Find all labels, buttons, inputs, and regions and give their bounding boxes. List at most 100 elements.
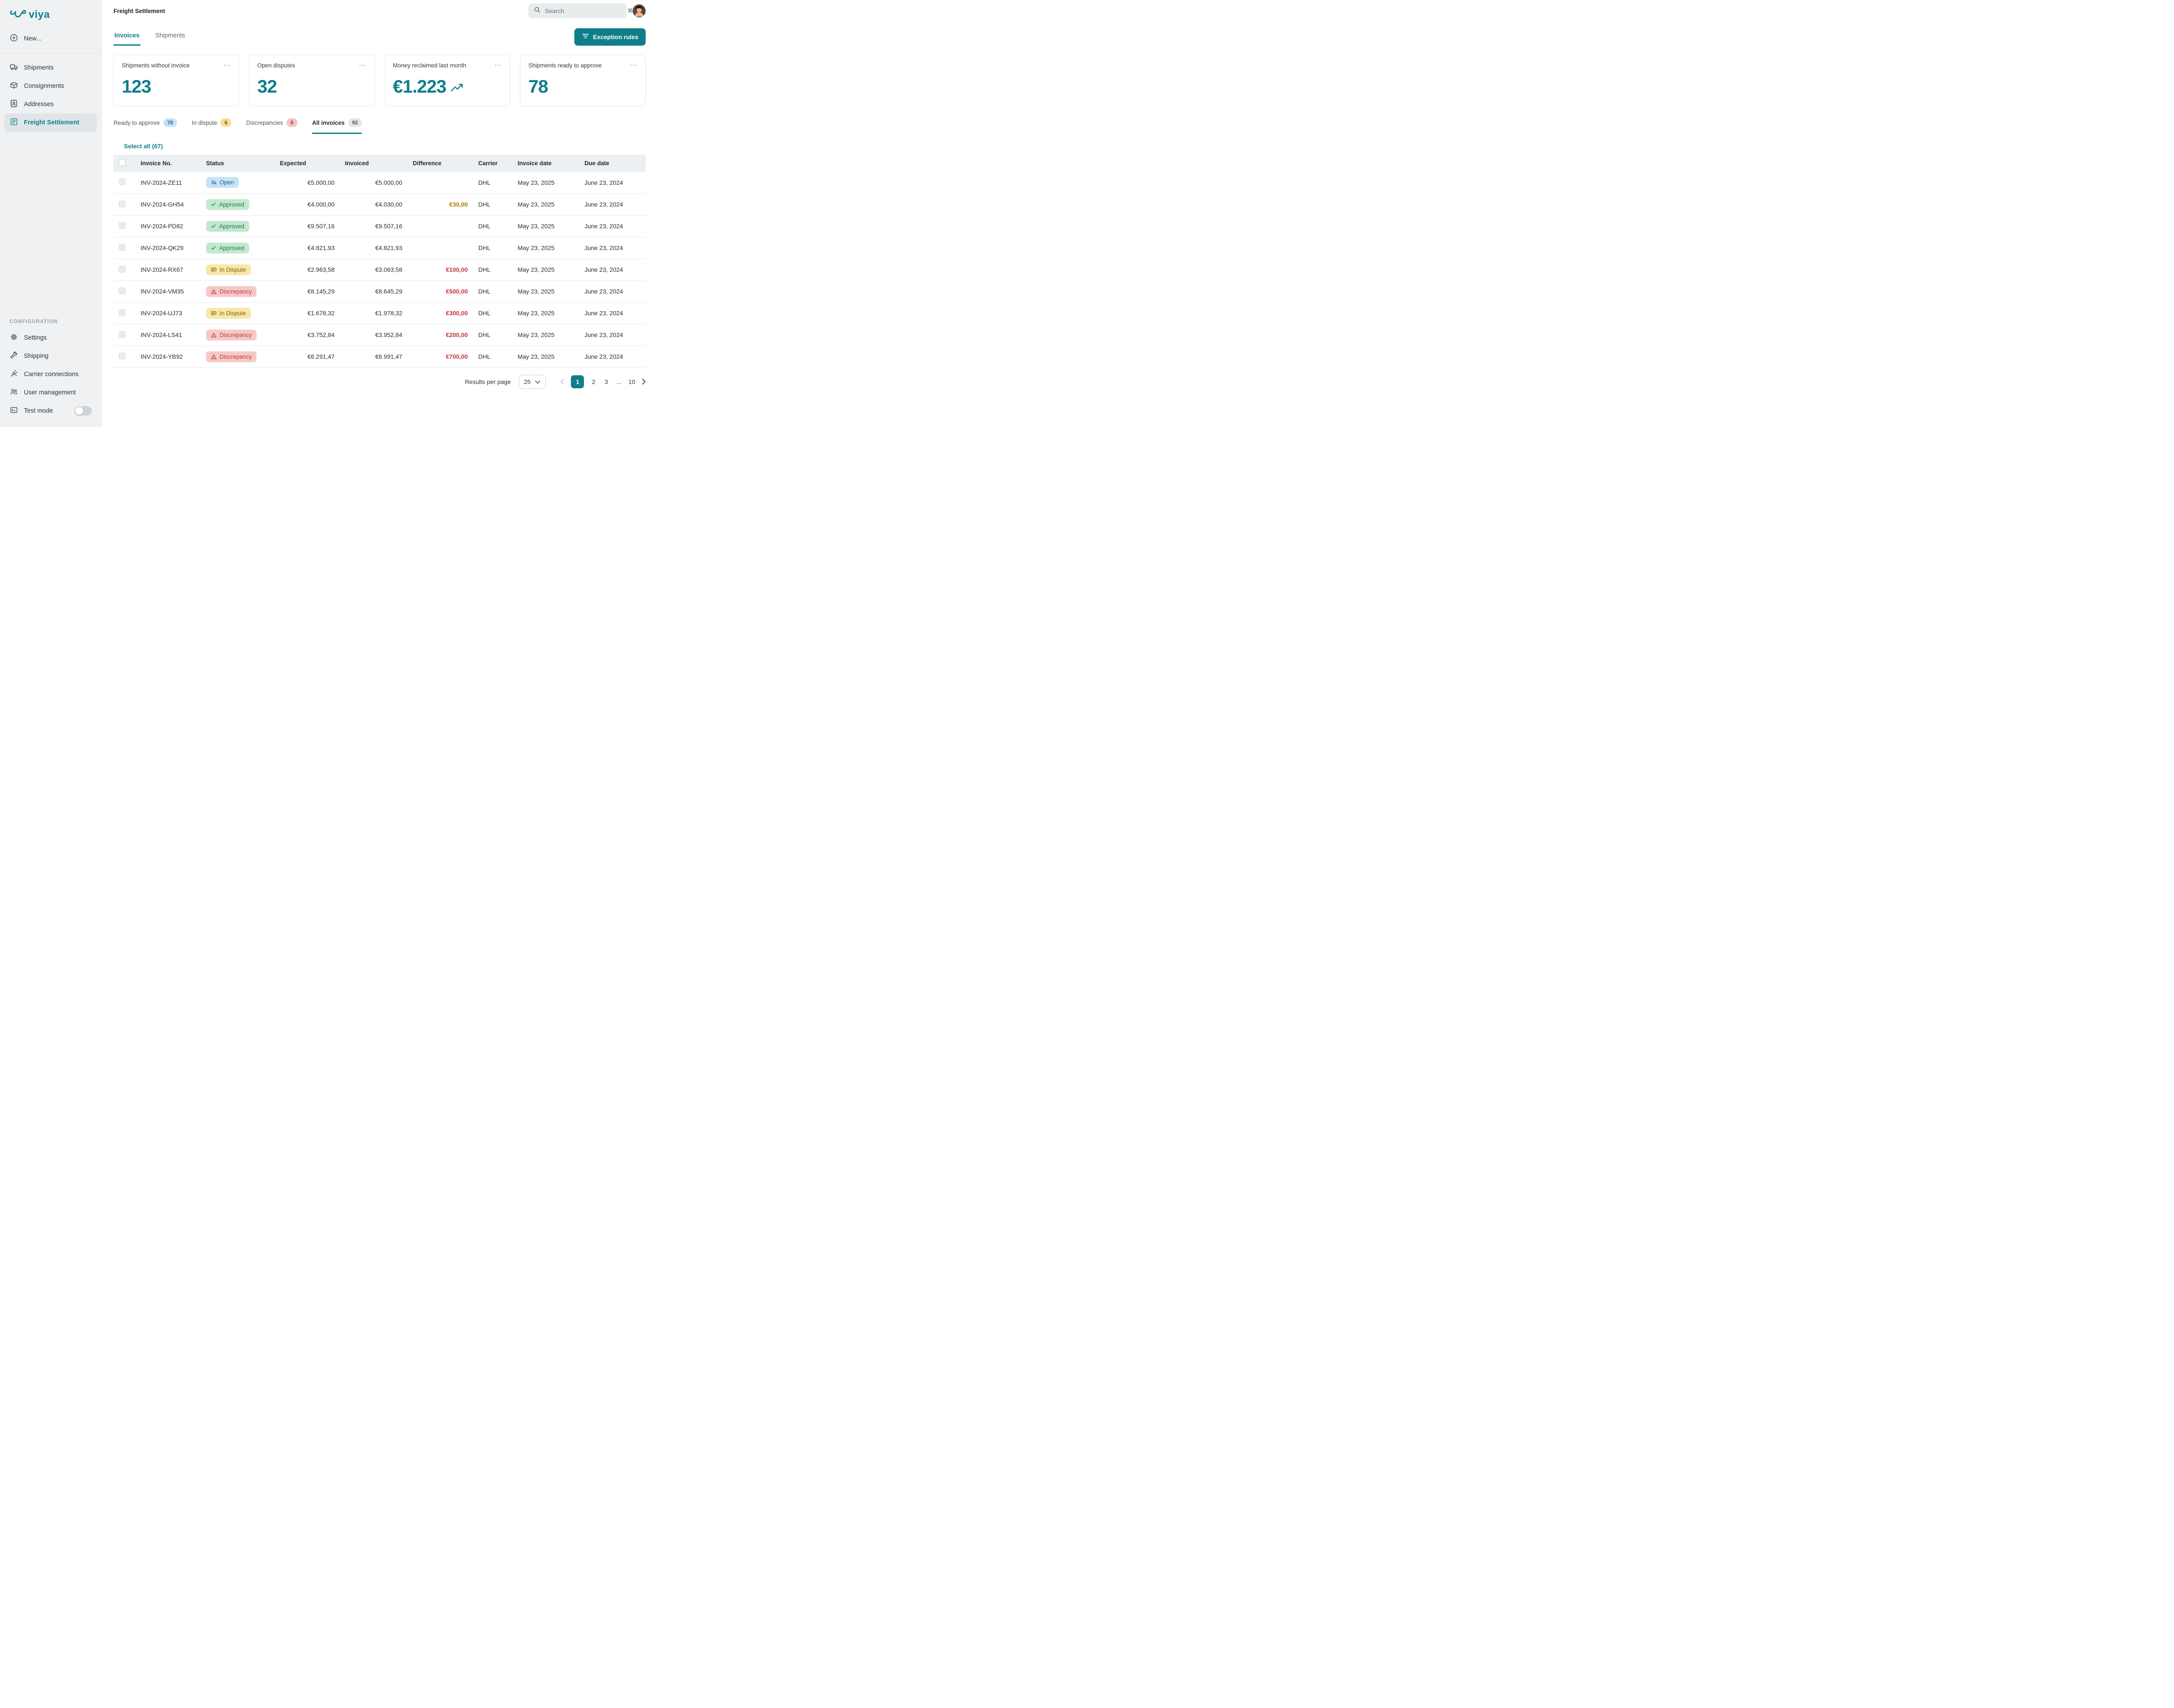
- page-3[interactable]: 3: [603, 378, 609, 385]
- table-row[interactable]: INV-2024-ZE11 Open €5.000,00 €5.000,00 D…: [113, 172, 646, 193]
- row-checkbox[interactable]: [119, 266, 126, 273]
- sidebar-item-carrier-connections[interactable]: Carrier connections: [0, 365, 101, 384]
- sidebar-item-addresses[interactable]: Addresses: [0, 95, 101, 113]
- status-badge-open: Open: [206, 177, 239, 188]
- column-header-status[interactable]: Status: [201, 155, 275, 172]
- status-badge-approved: Approved: [206, 199, 249, 210]
- tab-shipments[interactable]: Shipments: [154, 28, 186, 46]
- table-row[interactable]: INV-2024-RX67 In Dispute €2.963,58 €3.06…: [113, 259, 646, 280]
- sidebar-item-test-mode[interactable]: Test mode: [0, 402, 101, 420]
- invoice-icon: [10, 117, 18, 128]
- kebab-menu-icon[interactable]: ⋯: [359, 62, 367, 69]
- stat-value: €1.223: [393, 76, 502, 97]
- users-icon: [10, 387, 18, 398]
- global-search[interactable]: ⌘K: [528, 3, 627, 18]
- sidebar-item-settings[interactable]: Settings: [0, 329, 101, 347]
- kebab-menu-icon[interactable]: ⋯: [223, 62, 231, 69]
- table-header-row: Invoice No. Status Expected Invoiced Dif…: [113, 155, 646, 172]
- sidebar-item-label: Shipping: [24, 353, 48, 360]
- user-avatar[interactable]: [633, 4, 646, 17]
- results-per-page-select[interactable]: 25: [519, 375, 546, 389]
- table-row[interactable]: INV-2024-GH54 Approved €4.000,00 €4.030,…: [113, 193, 646, 215]
- column-header-expected[interactable]: Expected: [275, 155, 340, 172]
- count-badge: 8: [287, 118, 297, 127]
- filter-tab-label: Discrepancies: [246, 120, 283, 126]
- select-all-link[interactable]: Select all (67): [124, 143, 646, 150]
- box-icon: [10, 81, 18, 91]
- table-row[interactable]: INV-2024-QK29 Approved €4.821,93 €4.821,…: [113, 237, 646, 259]
- cell-invoice-date: May 23, 2025: [512, 259, 579, 280]
- column-header-carrier[interactable]: Carrier: [473, 155, 512, 172]
- test-mode-toggle[interactable]: [74, 406, 92, 416]
- column-header-difference[interactable]: Difference: [407, 155, 473, 172]
- sidebar-item-shipping[interactable]: Shipping: [0, 347, 101, 365]
- open-review-icon: [211, 180, 217, 185]
- sidebar-item-shipments[interactable]: Shipments: [0, 59, 101, 77]
- prev-page-icon[interactable]: [560, 378, 564, 385]
- test-mode-icon: [10, 406, 18, 416]
- sidebar-item-consignments[interactable]: Consignments: [0, 77, 101, 95]
- table-row[interactable]: INV-2024-VM35 Discrepancy €8.145,29 €8.6…: [113, 280, 646, 302]
- status-badge-in-dispute: In Dispute: [206, 308, 251, 319]
- sidebar-item-user-management[interactable]: User management: [0, 384, 101, 402]
- stat-card-open-disputes: Open disputes ⋯ 32: [249, 55, 375, 106]
- row-checkbox[interactable]: [119, 200, 126, 207]
- stat-label: Money reclaimed last month: [393, 62, 467, 69]
- status-label: Approved: [219, 223, 244, 230]
- check-icon: [211, 224, 216, 229]
- check-icon: [211, 202, 216, 207]
- cell-due-date: June 23, 2024: [579, 193, 646, 215]
- filter-tab-all-invoices[interactable]: All invoices 92: [312, 118, 362, 134]
- kebab-menu-icon[interactable]: ⋯: [630, 62, 637, 69]
- page-1[interactable]: 1: [571, 375, 584, 388]
- filter-tab-ready-to-approve[interactable]: Ready to approve 78: [113, 118, 177, 134]
- main-area: Freight Settlement ⌘K: [102, 0, 657, 427]
- column-header-due-date[interactable]: Due date: [579, 155, 646, 172]
- cell-invoice-date: May 23, 2025: [512, 215, 579, 237]
- search-input[interactable]: [545, 7, 624, 14]
- cell-carrier: DHL: [473, 193, 512, 215]
- count-badge: 92: [348, 118, 362, 127]
- table-row[interactable]: INV-2024-LS41 Discrepancy €3.752,84 €3.9…: [113, 324, 646, 346]
- cell-expected: €2.963,58: [275, 259, 340, 280]
- sidebar-item-freight-settlement[interactable]: Freight Settlement: [4, 113, 97, 132]
- row-checkbox[interactable]: [119, 178, 126, 185]
- row-checkbox[interactable]: [119, 309, 126, 316]
- table-row[interactable]: INV-2024-YB92 Discrepancy €6.291,47 €6.9…: [113, 346, 646, 367]
- brand-logo[interactable]: viya: [0, 8, 101, 30]
- table-row[interactable]: INV-2024-PD82 Approved €9.507,16 €9.507,…: [113, 215, 646, 237]
- cell-carrier: DHL: [473, 302, 512, 324]
- page-10[interactable]: 10: [628, 378, 635, 385]
- invoices-table: Invoice No. Status Expected Invoiced Dif…: [113, 155, 646, 368]
- topbar: Freight Settlement ⌘K: [102, 0, 657, 22]
- sidebar-item-label: Addresses: [24, 101, 54, 108]
- filter-tab-in-dispute[interactable]: In dispute 6: [192, 118, 231, 134]
- tab-invoices[interactable]: Invoices: [113, 28, 140, 46]
- select-all-checkbox[interactable]: [119, 159, 126, 166]
- row-checkbox[interactable]: [119, 353, 126, 360]
- table-row[interactable]: INV-2024-UJ73 In Dispute €1.678,32 €1.97…: [113, 302, 646, 324]
- sidebar-item-new[interactable]: New...: [0, 30, 101, 48]
- cell-due-date: June 23, 2024: [579, 302, 646, 324]
- filter-tab-discrepancies[interactable]: Discrepancies 8: [246, 118, 297, 134]
- row-checkbox[interactable]: [119, 222, 126, 229]
- exception-rules-button[interactable]: Exception rules: [574, 28, 646, 46]
- row-checkbox[interactable]: [119, 331, 126, 338]
- row-checkbox[interactable]: [119, 287, 126, 294]
- brand-wordmark: viya: [29, 9, 50, 21]
- cell-invoiced: €6.991,47: [340, 346, 408, 367]
- row-checkbox[interactable]: [119, 244, 126, 251]
- stat-label: Shipments ready to approve: [528, 62, 602, 69]
- plug-connection-icon: [10, 369, 18, 380]
- cell-difference: [407, 237, 473, 259]
- viya-logo-icon: [10, 8, 26, 22]
- column-header-invoice-date[interactable]: Invoice date: [512, 155, 579, 172]
- column-header-invoice-no[interactable]: Invoice No.: [135, 155, 201, 172]
- column-header-invoiced[interactable]: Invoiced: [340, 155, 408, 172]
- page-title: Freight Settlement: [113, 8, 165, 14]
- next-page-icon[interactable]: [642, 378, 646, 385]
- page-2[interactable]: 2: [590, 378, 597, 385]
- sidebar-item-label: Test mode: [24, 407, 53, 414]
- cell-difference: €200,00: [407, 324, 473, 346]
- kebab-menu-icon[interactable]: ⋯: [494, 62, 502, 69]
